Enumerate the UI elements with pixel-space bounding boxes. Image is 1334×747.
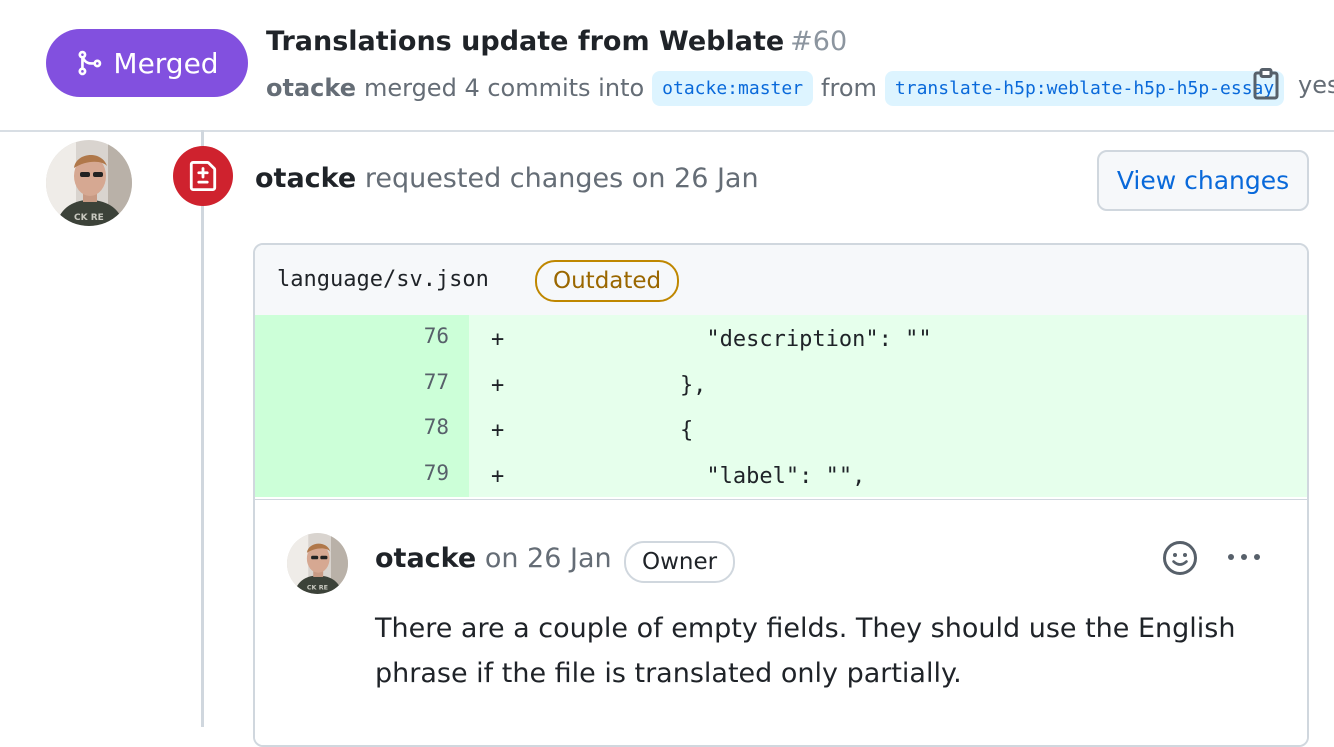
smiley-icon[interactable] bbox=[1162, 540, 1198, 576]
merged-label: Merged bbox=[113, 46, 219, 80]
file-name-link[interactable]: language/sv.json bbox=[277, 267, 489, 292]
code-text: "label": "", bbox=[521, 463, 866, 489]
diff-code-line: + "label": "", bbox=[469, 451, 1307, 497]
diff-row: 79 + "label": "", bbox=[255, 451, 1307, 497]
svg-text:CK RE: CK RE bbox=[307, 584, 328, 592]
addition-sign: + bbox=[491, 463, 505, 489]
copy-icon[interactable] bbox=[1252, 68, 1282, 100]
pr-number: #60 bbox=[790, 26, 848, 57]
diff-code-line: + }, bbox=[469, 360, 1307, 406]
owner-badge: Owner bbox=[624, 541, 736, 583]
file-diff-icon bbox=[189, 161, 217, 191]
review-action-text: requested changes on 26 Jan bbox=[364, 163, 759, 194]
review-comment: otacke on 26 Jan Owner There are a coupl… bbox=[255, 499, 1307, 745]
pr-title-text: Translations update from Weblate bbox=[266, 26, 785, 57]
head-branch[interactable]: translate-h5p:weblate-h5p-h5p-essay bbox=[884, 70, 1285, 106]
diff-row: 77 + }, bbox=[255, 360, 1307, 406]
comment-date[interactable]: on 26 Jan bbox=[485, 543, 612, 574]
base-branch[interactable]: otacke:master bbox=[652, 70, 814, 106]
from-text: from bbox=[821, 74, 877, 102]
avatar-image: CK RE bbox=[46, 140, 132, 226]
kebab-horizontal-icon[interactable] bbox=[1224, 545, 1264, 569]
comment-avatar[interactable]: CK RE bbox=[287, 533, 348, 594]
line-number[interactable]: 77 bbox=[255, 360, 469, 406]
diff-row: 78 + { bbox=[255, 406, 1307, 452]
truncated-text: yes bbox=[1298, 71, 1334, 99]
view-changes-button[interactable]: View changes bbox=[1097, 150, 1309, 211]
comment-header: otacke on 26 Jan bbox=[375, 543, 612, 574]
addition-sign: + bbox=[491, 372, 505, 398]
svg-text:CK RE: CK RE bbox=[74, 213, 104, 223]
code-text: { bbox=[521, 418, 694, 443]
comment-author-link[interactable]: otacke bbox=[375, 543, 476, 574]
merger-link[interactable]: otacke bbox=[266, 74, 356, 102]
changes-requested-badge bbox=[173, 146, 233, 206]
outdated-badge: Outdated bbox=[535, 260, 680, 302]
timeline-line bbox=[201, 130, 204, 727]
review-file-box: language/sv.json Outdated 76 + "descript… bbox=[253, 243, 1309, 747]
line-number[interactable]: 79 bbox=[255, 451, 469, 497]
diff-row: 76 + "description": "" bbox=[255, 315, 1307, 361]
diff-code-line: + { bbox=[469, 406, 1307, 452]
avatar-image: CK RE bbox=[287, 533, 348, 594]
comment-body: There are a couple of empty fields. They… bbox=[375, 613, 1236, 689]
pr-title: Translations update from Weblate #60 bbox=[266, 26, 847, 57]
code-text: }, bbox=[521, 372, 707, 398]
addition-sign: + bbox=[491, 418, 505, 443]
diff-code-line: + "description": "" bbox=[469, 315, 1307, 361]
code-text: "description": "" bbox=[521, 327, 932, 352]
review-author-link[interactable]: otacke bbox=[255, 163, 356, 194]
merged-status-badge: Merged bbox=[46, 29, 248, 97]
git-merge-icon bbox=[78, 50, 102, 76]
addition-sign: + bbox=[491, 327, 505, 352]
avatar[interactable]: CK RE bbox=[46, 140, 132, 226]
review-summary: otacke requested changes on 26 Jan bbox=[255, 163, 759, 194]
pr-merge-meta: otacke merged 4 commits into otacke:mast… bbox=[266, 68, 1292, 108]
diff-table: 76 + "description": "" 77 + }, 78 + { 79… bbox=[255, 315, 1307, 497]
line-number[interactable]: 76 bbox=[255, 315, 469, 361]
file-header: language/sv.json Outdated bbox=[255, 245, 1307, 316]
pr-header: Merged Translations update from Weblate #… bbox=[0, 0, 1334, 132]
merged-text: merged 4 commits into bbox=[363, 74, 645, 102]
line-number[interactable]: 78 bbox=[255, 406, 469, 452]
